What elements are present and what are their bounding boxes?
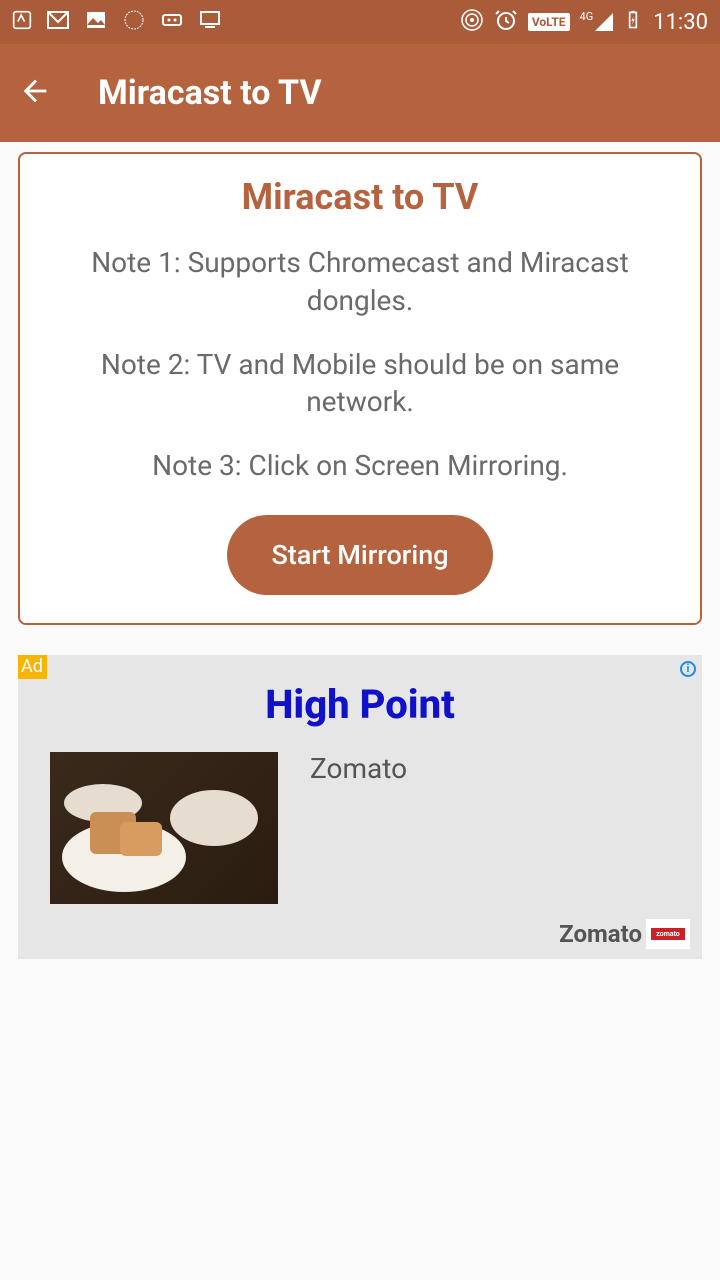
ad-body: Zomato [18,728,702,904]
ad-logo-text: zomato [651,928,685,940]
signal-indicator: 4G [580,13,614,31]
ad-headline: High Point [18,655,702,728]
card-icon [160,8,184,37]
hotspot-icon [460,8,484,37]
app-toolbar: Miracast to TV [0,44,720,142]
note-2: Note 2: TV and Mobile should be on same … [60,346,660,422]
signal-triangle-icon [595,13,613,31]
info-card: Miracast to TV Note 1: Supports Chromeca… [18,152,702,625]
ad-banner[interactable]: Ad i High Point Zomato Zomato zomato [18,655,702,959]
alarm-icon [494,8,518,37]
ad-footer: Zomato zomato [559,919,690,949]
back-arrow-icon[interactable] [18,74,52,112]
ad-logo: zomato [646,919,690,949]
mail-icon [46,8,70,37]
ad-text: Zomato [310,752,407,904]
start-mirroring-button[interactable]: Start Mirroring [227,515,492,595]
circle-icon [122,8,146,37]
app-icon [12,10,32,35]
toolbar-title: Miracast to TV [98,73,322,113]
status-right-icons: VoLTE 4G 11:30 [460,8,708,37]
note-1: Note 1: Supports Chromecast and Miracast… [60,244,660,320]
status-time: 11:30 [653,10,708,35]
image-icon [84,8,108,37]
status-bar: VoLTE 4G 11:30 [0,0,720,44]
note-3: Note 3: Click on Screen Mirroring. [60,447,660,485]
network-label: 4G [580,10,594,23]
battery-icon [623,10,643,35]
status-left-icons [12,8,222,37]
card-title: Miracast to TV [60,176,660,218]
main-content: Miracast to TV Note 1: Supports Chromeca… [0,142,720,969]
monitor-icon [198,8,222,37]
volte-badge: VoLTE [528,13,570,31]
ad-brand: Zomato [559,920,642,948]
ad-info-icon[interactable]: i [680,661,696,677]
ad-image [50,752,278,904]
ad-badge: Ad [18,655,47,679]
